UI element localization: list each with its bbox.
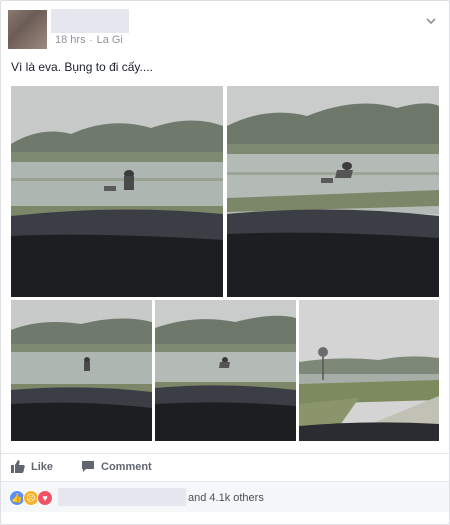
thumbs-up-icon (11, 460, 25, 473)
post-photo-3[interactable] (11, 300, 152, 441)
post-meta: 18 hrs · La Gi (55, 34, 123, 46)
comment-icon (82, 461, 94, 472)
author-name-redacted[interactable] (51, 9, 129, 33)
post-time[interactable]: 18 hrs (55, 34, 86, 46)
post-photo-1[interactable] (11, 86, 223, 297)
post-photo-2[interactable] (227, 86, 439, 297)
post-location[interactable]: La Gi (97, 34, 123, 46)
avatar[interactable] (8, 10, 47, 49)
like-button[interactable]: Like (11, 460, 53, 473)
comment-button[interactable]: Comment (81, 460, 152, 473)
love-icon: ♥ (37, 490, 53, 506)
like-label: Like (31, 460, 54, 473)
post-card: 18 hrs · La Gi Vì là eva. Bụng to đi cấy… (0, 0, 450, 525)
comment-label: Comment (101, 460, 152, 473)
post-photo-5[interactable] (299, 300, 439, 441)
reaction-icons[interactable]: 👍 ☹ ♥ (9, 490, 53, 506)
chevron-down-icon[interactable] (425, 15, 437, 27)
meta-separator: · (89, 35, 93, 45)
reactor-names-redacted[interactable] (58, 488, 186, 506)
post-caption: Vì là eva. Bụng to đi cấy.... (11, 60, 153, 74)
post-photo-4[interactable] (155, 300, 296, 441)
reactions-summary: 👍 ☹ ♥ and 4.1k others (1, 481, 449, 512)
reaction-others-count[interactable]: and 4.1k others (188, 492, 264, 504)
post-actions: Like Comment (1, 453, 449, 480)
